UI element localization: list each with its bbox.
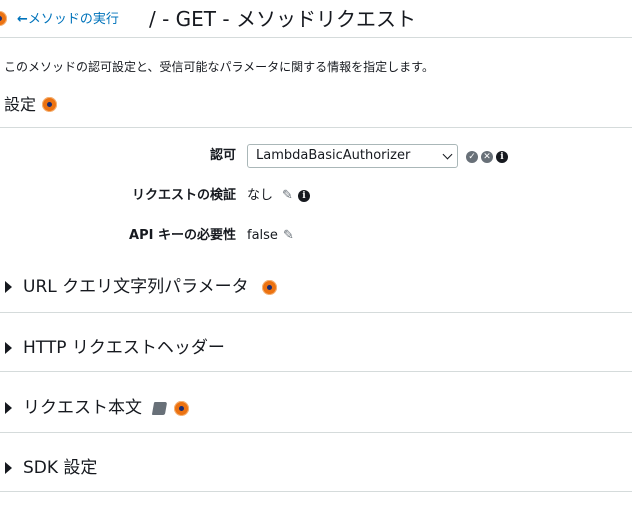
request-body-section[interactable]: リクエスト本文 (0, 391, 632, 425)
request-validation-label: リクエストの検証 (131, 188, 236, 203)
info-dot-icon[interactable] (42, 97, 58, 112)
sdk-settings-title: SDK 設定 (23, 458, 98, 478)
url-query-params-title: URL クエリ文字列パラメータ (23, 277, 249, 297)
section-divider (0, 432, 632, 433)
http-request-headers-title: HTTP リクエストヘッダー (23, 338, 225, 358)
back-to-method-execution-link[interactable]: ←メソッドの実行 (17, 11, 119, 29)
url-query-params-section[interactable]: URL クエリ文字列パラメータ (0, 270, 632, 304)
api-key-required-value: false (247, 228, 278, 243)
info-dot-icon (0, 11, 7, 26)
authorization-select[interactable]: LambdaBasicAuthorizer (247, 144, 458, 168)
page-title: / - GET - メソッドリクエスト (149, 7, 416, 31)
settings-section-header: 設定 (4, 93, 58, 117)
request-validation-value: なし (247, 188, 274, 203)
section-divider (0, 312, 632, 313)
caret-right-icon (5, 402, 12, 414)
chevron-down-icon (442, 149, 453, 160)
sdk-settings-section[interactable]: SDK 設定 (0, 451, 632, 485)
api-key-required-label: API キーの必要性 (129, 228, 236, 243)
settings-title: 設定 (4, 95, 37, 114)
info-icon[interactable]: i (496, 151, 508, 163)
caret-right-icon (5, 281, 12, 293)
settings-divider (0, 127, 632, 128)
request-body-title: リクエスト本文 (23, 398, 142, 418)
book-icon[interactable] (151, 402, 168, 415)
pencil-icon[interactable]: ✎ (282, 189, 293, 203)
page-description: このメソッドの認可設定と、受信可能なパラメータに関する情報を指定します。 (4, 60, 434, 74)
authorization-select-value: LambdaBasicAuthorizer (256, 148, 411, 163)
section-divider (0, 491, 632, 492)
pencil-icon[interactable]: ✎ (283, 229, 294, 243)
http-request-headers-section[interactable]: HTTP リクエストヘッダー (0, 331, 632, 365)
authorization-label: 認可 (209, 148, 236, 163)
info-dot-icon[interactable] (174, 401, 189, 416)
section-divider (0, 371, 632, 372)
arrow-left-icon: ← (17, 12, 28, 27)
info-icon[interactable]: i (298, 190, 310, 202)
caret-right-icon (5, 342, 12, 354)
info-dot-icon[interactable] (262, 280, 277, 295)
x-circle-icon[interactable]: ✕ (481, 151, 493, 163)
header-divider (0, 37, 632, 38)
check-circle-icon[interactable]: ✓ (466, 151, 478, 163)
caret-right-icon (5, 462, 12, 474)
